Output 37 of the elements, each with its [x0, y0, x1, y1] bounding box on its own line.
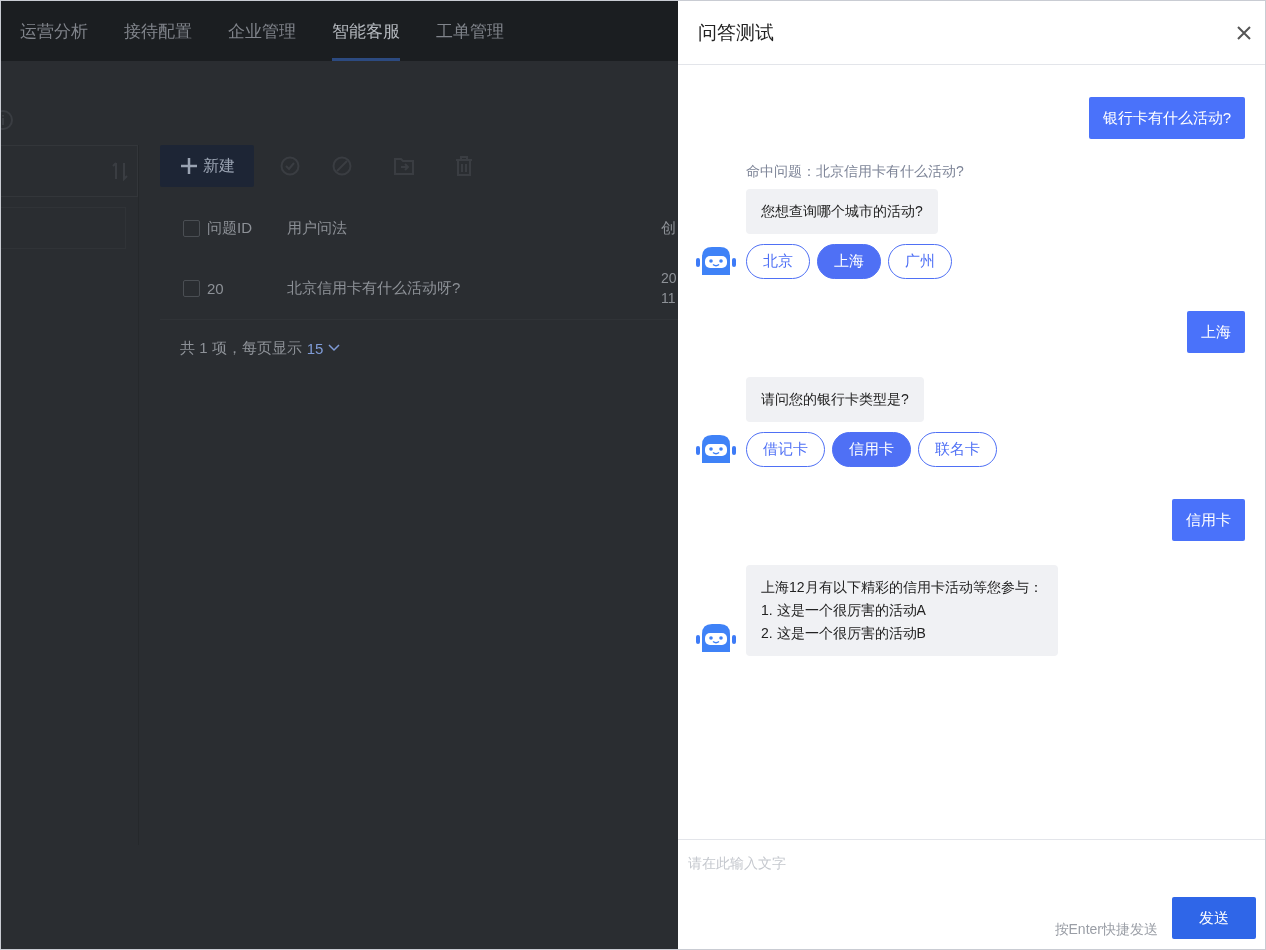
- table-cell-text: 20 11: [661, 269, 678, 308]
- option-button[interactable]: 借记卡: [746, 432, 825, 467]
- bot-message: 上海12月有以下精彩的信用卡活动等您参与： 1. 这是一个很厉害的活动A 2. 这是一个很厉害的活动B: [746, 565, 1058, 656]
- user-message: 信用卡: [1172, 499, 1245, 541]
- hit-question: 命中问题：北京信用卡有什么活动?: [746, 163, 964, 181]
- page-size-select[interactable]: 15: [306, 339, 324, 357]
- option-button[interactable]: 信用卡: [832, 432, 911, 467]
- column-header: 用户问法: [287, 218, 348, 238]
- checkbox[interactable]: [183, 279, 200, 297]
- table-cell-text: 北京信用卡有什么活动呀?: [287, 278, 462, 298]
- table-cell-text: 20: [207, 279, 225, 297]
- option-button[interactable]: 北京: [746, 244, 810, 279]
- checkbox[interactable]: [183, 219, 200, 237]
- chevron-down-icon: [328, 344, 341, 352]
- user-message: 银行卡有什么活动?: [1088, 97, 1245, 139]
- close-button[interactable]: [1235, 23, 1253, 42]
- nav-tab[interactable]: 智能客服: [332, 1, 400, 61]
- nav-tab[interactable]: 接待配置: [124, 1, 192, 61]
- pagination-summary: 共 1 项，每页显示: [180, 338, 302, 358]
- new-button[interactable]: 新建: [160, 145, 254, 187]
- send-button[interactable]: 发送: [1172, 897, 1256, 939]
- column-header: 创: [661, 218, 677, 238]
- search-field[interactable]: [1, 145, 138, 197]
- bot-message: 请问您的银行卡类型是?: [746, 377, 924, 422]
- drawer-title: 问答测试: [698, 20, 774, 45]
- nav-tab[interactable]: 企业管理: [228, 1, 296, 61]
- list-item[interactable]: [1, 207, 126, 249]
- send-hint: 按Enter快捷发送: [1054, 921, 1158, 939]
- nav-tab[interactable]: 运营分析: [20, 1, 88, 61]
- bot-message: 您想查询哪个城市的活动?: [746, 189, 938, 234]
- user-message: 上海: [1187, 311, 1245, 353]
- option-button[interactable]: 广州: [888, 244, 952, 279]
- plus-icon: [179, 156, 199, 176]
- column-header: 问题ID: [207, 218, 253, 238]
- nav-tab[interactable]: 工单管理: [436, 1, 504, 61]
- option-button[interactable]: 联名卡: [918, 432, 997, 467]
- option-button[interactable]: 上海: [817, 244, 881, 279]
